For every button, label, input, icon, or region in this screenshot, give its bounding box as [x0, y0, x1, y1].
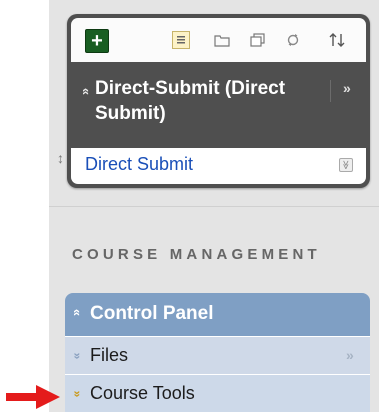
- section-divider: [49, 206, 379, 207]
- chevron-down-icon: »: [70, 352, 85, 360]
- control-panel-item-course-tools[interactable]: » Course Tools: [65, 374, 370, 412]
- control-panel-item-files[interactable]: » Files »: [65, 336, 370, 374]
- collapse-icon[interactable]: «: [79, 88, 94, 95]
- files-label[interactable]: Files: [90, 345, 128, 366]
- plus-icon: +: [91, 30, 103, 52]
- control-panel-title: Control Panel: [90, 303, 214, 324]
- page-margin: [0, 0, 49, 412]
- course-menu-toolbar: +: [71, 18, 366, 62]
- control-panel-header[interactable]: « Control Panel: [65, 293, 370, 336]
- sort-icon[interactable]: [327, 31, 345, 49]
- header-divider: [330, 80, 331, 102]
- folder-view-icon[interactable]: [213, 31, 231, 49]
- add-menu-item-button[interactable]: +: [85, 29, 109, 53]
- drag-handle-icon[interactable]: ↕: [57, 150, 64, 166]
- chevron-down-icon: »: [70, 390, 85, 398]
- course-menu-title: Direct-Submit (Direct Submit): [95, 78, 286, 124]
- list-view-icon[interactable]: [172, 31, 190, 49]
- expand-menu-icon[interactable]: »: [343, 80, 351, 96]
- red-arrow-icon: [6, 385, 60, 409]
- course-management-heading: COURSE MANAGEMENT: [72, 246, 321, 263]
- collapse-icon[interactable]: «: [70, 309, 85, 316]
- course-menu-header[interactable]: « Direct-Submit (Direct Submit) »: [71, 74, 366, 146]
- windows-icon[interactable]: [249, 31, 267, 49]
- course-menu-card: + « Direct-Submit (Direct Submit) » Dire…: [67, 14, 370, 188]
- submenu-arrow-icon[interactable]: »: [346, 347, 354, 363]
- refresh-icon[interactable]: [284, 31, 302, 49]
- direct-submit-link[interactable]: Direct Submit: [85, 154, 193, 175]
- course-tools-label[interactable]: Course Tools: [90, 383, 195, 404]
- course-menu-item[interactable]: Direct Submit ≫: [71, 148, 366, 184]
- item-options-icon[interactable]: ≫: [339, 158, 353, 172]
